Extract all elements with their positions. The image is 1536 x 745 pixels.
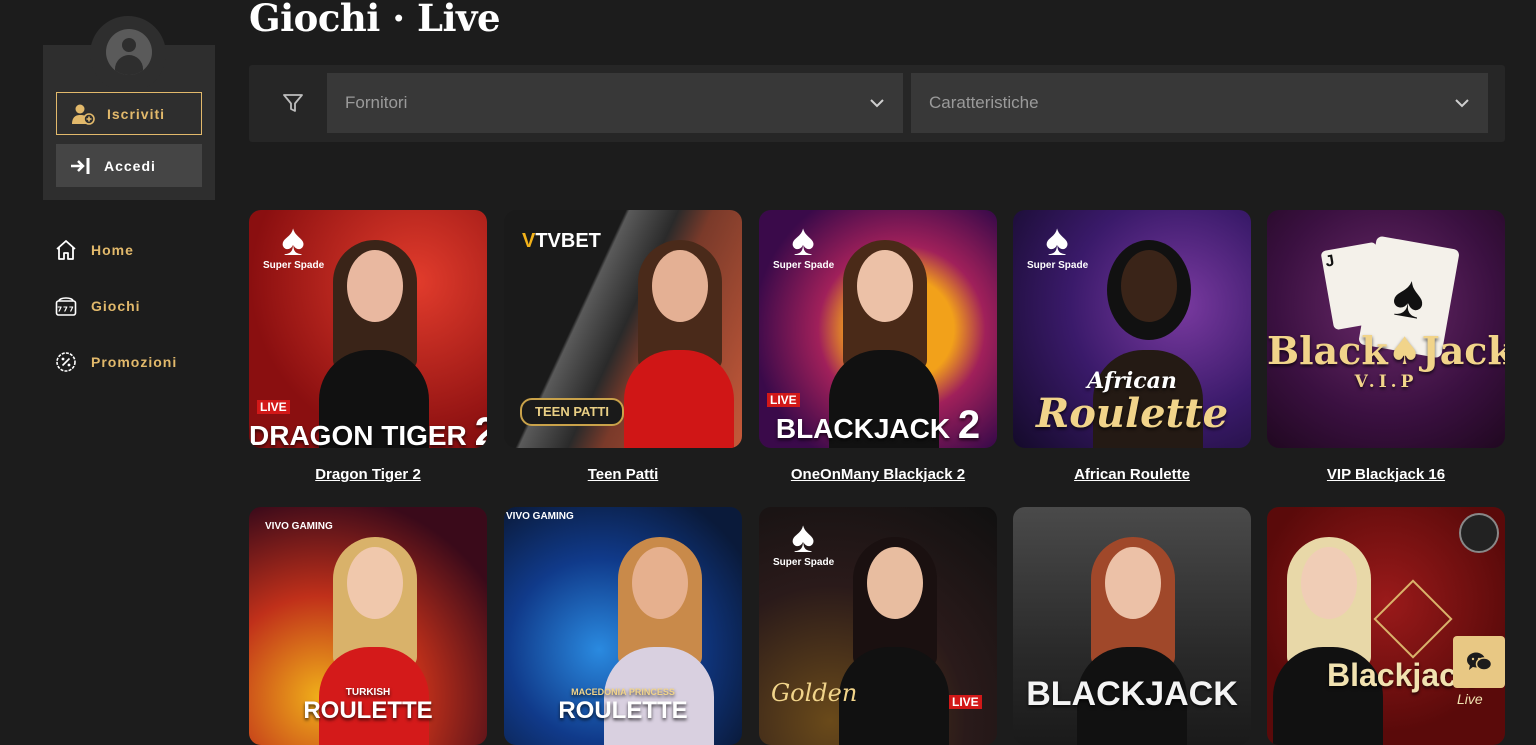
game-title-link[interactable]: VIP Blackjack 16: [1267, 466, 1505, 483]
chevron-down-icon: [1455, 99, 1469, 108]
svg-text:777: 777: [57, 306, 75, 314]
card-art-title: TEEN PATTI: [520, 398, 624, 426]
card-art-subtitle: Roulette: [1035, 390, 1229, 437]
login-button[interactable]: Accedi: [56, 144, 202, 187]
game-title-link[interactable]: Dragon Tiger 2: [249, 466, 487, 483]
game-card-blackjack-live[interactable]: Blackjack Live: [1267, 507, 1505, 745]
card-art-title: DRAGON TIGER 2: [249, 410, 487, 448]
home-icon: [56, 240, 76, 260]
game-card-teen-patti[interactable]: VTVBET TEEN PATTI: [504, 210, 742, 448]
nav-label-home: Home: [91, 242, 134, 258]
features-select[interactable]: Caratteristiche: [911, 73, 1488, 133]
game-card-dragon-tiger-2[interactable]: ♠ Super Spade LIVE DRAGON TIGER 2: [249, 210, 487, 448]
game-title-link[interactable]: OneOnMany Blackjack 2: [759, 466, 997, 483]
signup-button[interactable]: Iscriviti: [56, 92, 202, 135]
avatar-icon: [106, 29, 152, 75]
game-card-turkish-roulette[interactable]: VIVO GAMING TURKISH ROULETTE: [249, 507, 487, 745]
card-art-subtitle: Live: [1457, 691, 1483, 707]
nav-label-promotions: Promozioni: [91, 354, 178, 370]
game-card-vip-blackjack-16[interactable]: J ♠ Black♠Jack V.I.P: [1267, 210, 1505, 448]
page-title: Giochi · Live: [249, 0, 501, 40]
login-label: Accedi: [104, 157, 156, 174]
providers-placeholder: Fornitori: [345, 93, 408, 112]
card-art-subtitle: V.I.P: [1354, 372, 1418, 392]
features-placeholder: Caratteristiche: [929, 93, 1039, 112]
nav-item-games[interactable]: 777 Giochi: [55, 295, 141, 317]
filter-icon[interactable]: [282, 92, 304, 114]
game-card-african-roulette[interactable]: ♠ Super Spade African Roulette: [1013, 210, 1251, 448]
card-art-title: BLACKJACK: [1026, 675, 1238, 713]
card-art-title: Golden: [771, 679, 858, 707]
live-tag: LIVE: [949, 695, 982, 709]
game-card-golden[interactable]: ♠ Super Spade Golden LIVE: [759, 507, 997, 745]
emblem-image: [1373, 579, 1453, 659]
percent-badge-icon: [56, 352, 76, 372]
nav-item-promotions[interactable]: Promozioni: [55, 351, 177, 373]
game-title-link[interactable]: Teen Patti: [504, 466, 742, 483]
provider-logo: VTVBET: [522, 230, 601, 252]
game-card-blackjack[interactable]: BLACKJACK: [1013, 507, 1251, 745]
provider-logo: ♠ Super Spade: [773, 513, 835, 569]
card-art-title: ROULETTE: [303, 697, 433, 724]
provider-logo: VIVO GAMING: [265, 521, 333, 532]
chat-icon: [1467, 652, 1492, 671]
card-art-title: ROULETTE: [558, 697, 688, 724]
providers-select[interactable]: Fornitori: [327, 73, 903, 133]
dealer-image: [624, 240, 734, 448]
dealer-image: [1273, 537, 1383, 745]
chevron-down-icon: [870, 99, 884, 108]
dealer-image: [839, 537, 949, 745]
provider-logo: VIVO GAMING: [506, 511, 574, 522]
card-art-title: BLACKJACK 2: [775, 403, 981, 447]
game-card-macedonia-princess-roulette[interactable]: VIVO GAMING MACEDONIA PRINCESS ROULETTE: [504, 507, 742, 745]
card-art-title: Black♠Jack: [1267, 328, 1505, 373]
signup-label: Iscriviti: [107, 105, 166, 122]
live-chat-button[interactable]: [1453, 636, 1505, 688]
add-user-icon: [72, 104, 95, 125]
game-title-link[interactable]: African Roulette: [1013, 466, 1251, 483]
card-art-subtitle: MACEDONIA PRINCESS: [571, 687, 675, 697]
login-arrow-icon: [71, 157, 90, 174]
provider-logo: ♠ Super Spade: [1027, 216, 1089, 272]
provider-logo: ♠ Super Spade: [263, 216, 325, 272]
nav-label-games: Giochi: [91, 298, 141, 314]
provider-logo: [1459, 513, 1499, 553]
nav-item-home[interactable]: Home: [55, 239, 134, 261]
slot-machine-icon: 777: [55, 297, 77, 316]
game-card-oneonmany-blackjack-2[interactable]: ♠ Super Spade LIVE BLACKJACK 2: [759, 210, 997, 448]
provider-logo: ♠ Super Spade: [773, 216, 835, 272]
